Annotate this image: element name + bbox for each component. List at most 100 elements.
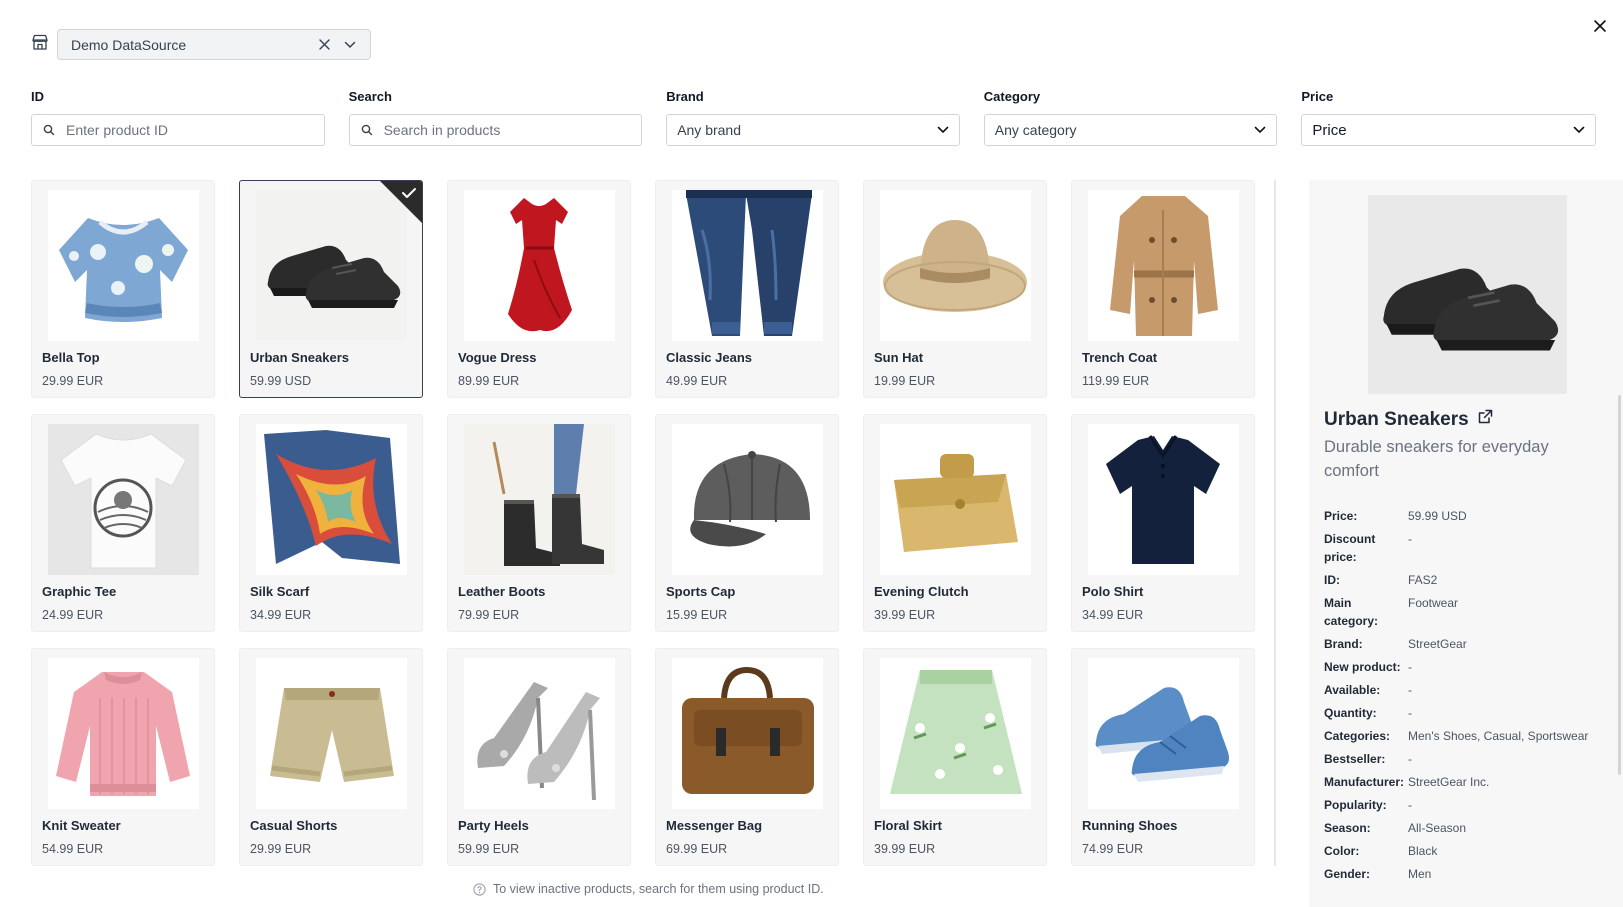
property-value: 59.99 USD xyxy=(1408,509,1467,523)
detail-property-row: Discount price: - xyxy=(1324,530,1623,566)
chevron-down-icon[interactable] xyxy=(340,35,360,55)
property-value: - xyxy=(1408,532,1412,546)
product-image xyxy=(48,658,199,809)
property-value: StreetGear xyxy=(1408,637,1467,651)
hint-text: To view inactive products, search for th… xyxy=(493,882,824,896)
product-name: Graphic Tee xyxy=(42,584,117,599)
product-card[interactable]: Running Shoes 74.99 EUR xyxy=(1071,648,1255,866)
product-name: Trench Coat xyxy=(1082,350,1158,365)
product-name: Floral Skirt xyxy=(874,818,942,833)
property-key: Gender: xyxy=(1324,867,1371,881)
filter-id-label: ID xyxy=(31,89,44,104)
product-card[interactable]: Bella Top 29.99 EUR xyxy=(31,180,215,398)
product-card[interactable]: Floral Skirt 39.99 EUR xyxy=(863,648,1047,866)
product-price: 59.99 USD xyxy=(250,374,312,388)
search-input-box[interactable] xyxy=(348,114,643,146)
product-name: Sun Hat xyxy=(874,350,924,365)
product-name: Messenger Bag xyxy=(666,818,763,833)
external-link-icon[interactable] xyxy=(1477,408,1494,431)
filter-id: ID xyxy=(31,89,325,146)
detail-property-row: Price: 59.99 USD xyxy=(1324,507,1623,525)
detail-title: Urban Sneakers xyxy=(1324,408,1469,430)
property-value: - xyxy=(1408,706,1412,720)
product-image xyxy=(464,658,615,809)
detail-property-row: Season: All-Season xyxy=(1324,819,1623,837)
product-card[interactable]: Messenger Bag 69.99 EUR xyxy=(655,648,839,866)
product-card[interactable]: Evening Clutch 39.99 EUR xyxy=(863,414,1047,632)
detail-property-row: ID: FAS2 xyxy=(1324,571,1623,589)
product-image xyxy=(1088,658,1239,809)
close-button[interactable] xyxy=(1588,14,1612,38)
property-key: Bestseller: xyxy=(1324,752,1386,766)
property-key: Brand: xyxy=(1324,637,1363,651)
product-price: 69.99 EUR xyxy=(666,842,728,856)
product-card[interactable]: Trench Coat 119.99 EUR xyxy=(1071,180,1255,398)
property-value: - xyxy=(1408,752,1412,766)
chevron-down-icon xyxy=(1255,126,1266,134)
product-price: 34.99 EUR xyxy=(1082,608,1144,622)
product-name: Running Shoes xyxy=(1082,818,1178,833)
product-image xyxy=(464,190,615,341)
property-value: Black xyxy=(1408,844,1438,858)
product-price: 34.99 EUR xyxy=(250,608,312,622)
product-price: 24.99 EUR xyxy=(42,608,104,622)
product-image xyxy=(880,658,1031,809)
property-key: Quantity: xyxy=(1324,706,1377,720)
detail-property-row: Quantity: - xyxy=(1324,704,1623,722)
detail-property-row: Bestseller: - xyxy=(1324,750,1623,768)
chevron-down-icon xyxy=(937,126,949,134)
product-card[interactable]: Leather Boots 79.99 EUR xyxy=(447,414,631,632)
product-card[interactable]: Silk Scarf 34.99 EUR xyxy=(239,414,423,632)
product-price: 49.99 EUR xyxy=(666,374,728,388)
product-card[interactable]: Sun Hat 19.99 EUR xyxy=(863,180,1047,398)
property-key: ID: xyxy=(1324,573,1340,587)
detail-property-row: Categories: Men's Shoes, Casual, Sportswe… xyxy=(1324,727,1623,745)
property-key: Categories: xyxy=(1324,729,1391,743)
property-value: Footwear xyxy=(1408,596,1459,610)
property-key: New product: xyxy=(1324,660,1401,674)
detail-scrollbar[interactable] xyxy=(1618,395,1621,775)
detail-property-row: Main category: Footwear xyxy=(1324,594,1623,630)
product-image xyxy=(1088,190,1239,341)
search-input[interactable] xyxy=(383,122,632,138)
detail-property-row: New product: - xyxy=(1324,658,1623,676)
search-icon xyxy=(43,124,55,136)
product-image xyxy=(48,424,199,575)
product-price: 19.99 EUR xyxy=(874,374,936,388)
product-image xyxy=(256,424,407,575)
category-value: Any category xyxy=(994,122,1077,138)
product-price: 89.99 EUR xyxy=(458,374,520,388)
product-card[interactable]: Party Heels 59.99 EUR xyxy=(447,648,631,866)
filter-search-label: Search xyxy=(348,89,392,104)
product-card[interactable]: Sports Cap 15.99 EUR xyxy=(655,414,839,632)
product-card[interactable]: Graphic Tee 24.99 EUR xyxy=(31,414,215,632)
grid-scrollbar[interactable] xyxy=(1274,180,1276,866)
product-image xyxy=(1088,424,1239,575)
datasource-select[interactable]: Demo DataSource xyxy=(57,29,371,60)
id-input[interactable] xyxy=(66,122,314,138)
filter-price-label: Price xyxy=(1301,89,1334,104)
property-value: All-Season xyxy=(1408,821,1467,835)
product-price: 39.99 EUR xyxy=(874,608,936,622)
category-select[interactable]: Any category xyxy=(983,114,1278,146)
product-card[interactable]: Casual Shorts 29.99 EUR xyxy=(239,648,423,866)
property-key: Color: xyxy=(1324,844,1360,858)
product-card[interactable]: Vogue Dress 89.99 EUR xyxy=(447,180,631,398)
product-price: 39.99 EUR xyxy=(874,842,936,856)
property-value: Men's Shoes, Casual, Sportswear xyxy=(1408,729,1589,743)
product-card[interactable]: Polo Shirt 34.99 EUR xyxy=(1071,414,1255,632)
product-card[interactable]: Urban Sneakers 59.99 USD xyxy=(239,180,423,398)
detail-property-row: Brand: StreetGear xyxy=(1324,635,1623,653)
product-price: 29.99 EUR xyxy=(250,842,312,856)
product-price: 54.99 EUR xyxy=(42,842,104,856)
clear-icon[interactable] xyxy=(314,35,334,55)
detail-properties: Price: 59.99 USD Discount price: - ID: FAS2 Ma… xyxy=(1324,507,1623,907)
id-input-box[interactable] xyxy=(31,114,325,146)
filter-category-label: Category xyxy=(983,89,1041,104)
search-icon xyxy=(361,124,372,136)
product-card[interactable]: Knit Sweater 54.99 EUR xyxy=(31,648,215,866)
price-select[interactable]: Price xyxy=(1301,114,1596,146)
product-detail-panel: Urban Sneakers Durable sneakers for ever… xyxy=(1309,180,1623,907)
product-card[interactable]: Classic Jeans 49.99 EUR xyxy=(655,180,839,398)
brand-select[interactable]: Any brand xyxy=(666,114,960,146)
